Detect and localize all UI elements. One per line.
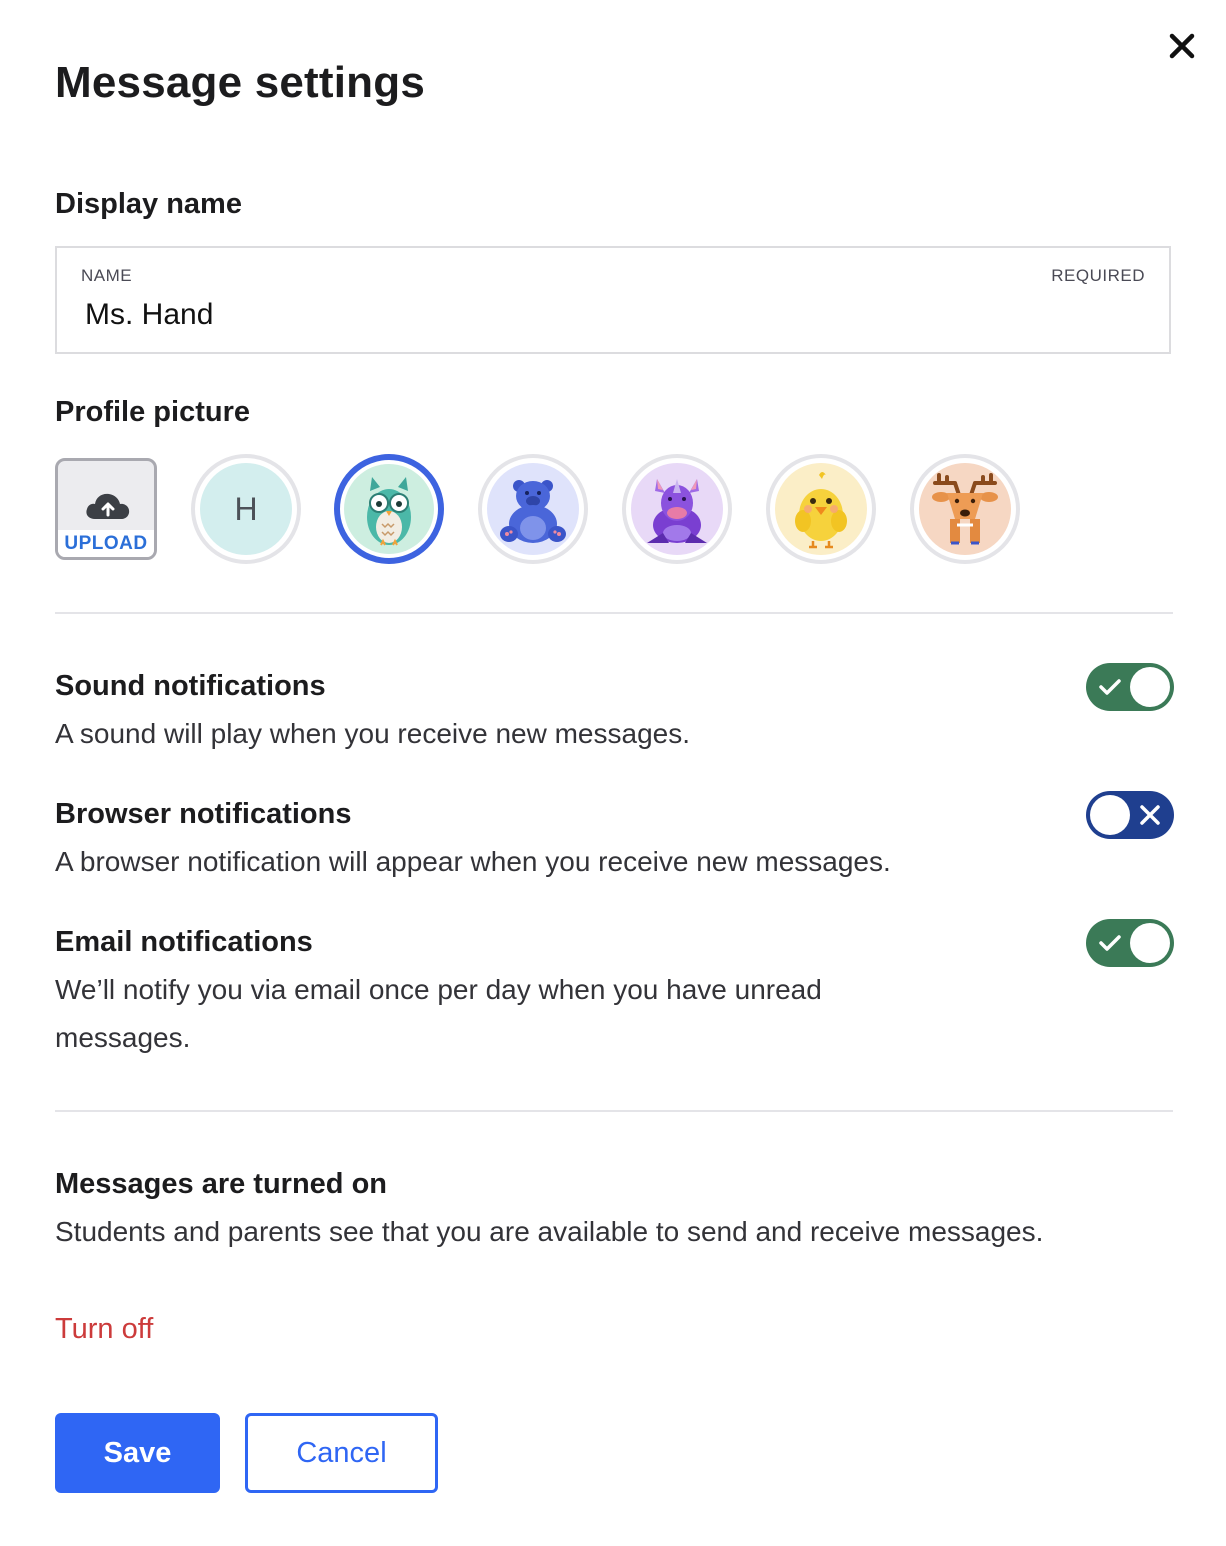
toggle-knob	[1130, 923, 1170, 963]
toggle-knob	[1130, 667, 1170, 707]
divider	[55, 1110, 1173, 1112]
check-icon	[1099, 935, 1121, 951]
email-notifications-description: We’ll notify you via email once per day …	[55, 974, 822, 1053]
rhino-icon	[647, 479, 707, 543]
initial-avatar-option[interactable]: H	[191, 454, 301, 564]
browser-notifications-title: Browser notifications	[55, 798, 352, 830]
dialog-title: Message settings	[55, 58, 426, 107]
save-button[interactable]: Save	[55, 1413, 220, 1493]
required-label: REQUIRED	[1051, 266, 1145, 285]
check-icon	[1099, 679, 1121, 695]
name-field[interactable]: NAME REQUIRED	[55, 246, 1171, 354]
upload-label: UPLOAD	[58, 530, 154, 557]
cancel-button[interactable]: Cancel	[245, 1413, 438, 1493]
divider	[55, 612, 1173, 614]
close-icon	[1169, 33, 1195, 59]
sound-notifications-title: Sound notifications	[55, 670, 326, 702]
chick-icon	[795, 472, 847, 549]
toggle-knob	[1090, 795, 1130, 835]
deer-avatar-option[interactable]	[910, 454, 1020, 564]
messages-status-title: Messages are turned on	[55, 1168, 387, 1200]
sound-notifications-toggle[interactable]	[1086, 663, 1174, 711]
rhino-avatar-option[interactable]	[622, 454, 732, 564]
email-notifications-toggle[interactable]	[1086, 919, 1174, 967]
browser-notifications-toggle[interactable]	[1086, 791, 1174, 839]
email-notifications-title: Email notifications	[55, 926, 313, 958]
bear-icon	[500, 480, 566, 543]
upload-button[interactable]: UPLOAD	[55, 458, 157, 560]
turn-off-link[interactable]: Turn off	[55, 1313, 153, 1346]
name-field-label: NAME	[81, 266, 133, 285]
close-button[interactable]	[1162, 26, 1202, 66]
profile-picture-heading: Profile picture	[55, 396, 250, 428]
owl-avatar-option[interactable]	[334, 454, 444, 564]
owl-icon	[367, 477, 411, 546]
display-name-heading: Display name	[55, 188, 242, 220]
bear-avatar-option[interactable]	[478, 454, 588, 564]
name-input[interactable]	[79, 294, 991, 336]
deer-icon	[932, 473, 998, 545]
sound-notifications-description: A sound will play when you receive new m…	[55, 718, 691, 749]
browser-notifications-description: A browser notification will appear when …	[55, 846, 891, 877]
cloud-upload-icon	[86, 493, 130, 519]
chick-avatar-option[interactable]	[766, 454, 876, 564]
x-icon	[1140, 805, 1160, 825]
avatar-initial: H	[234, 490, 258, 527]
messages-status-description: Students and parents see that you are av…	[55, 1216, 1044, 1247]
